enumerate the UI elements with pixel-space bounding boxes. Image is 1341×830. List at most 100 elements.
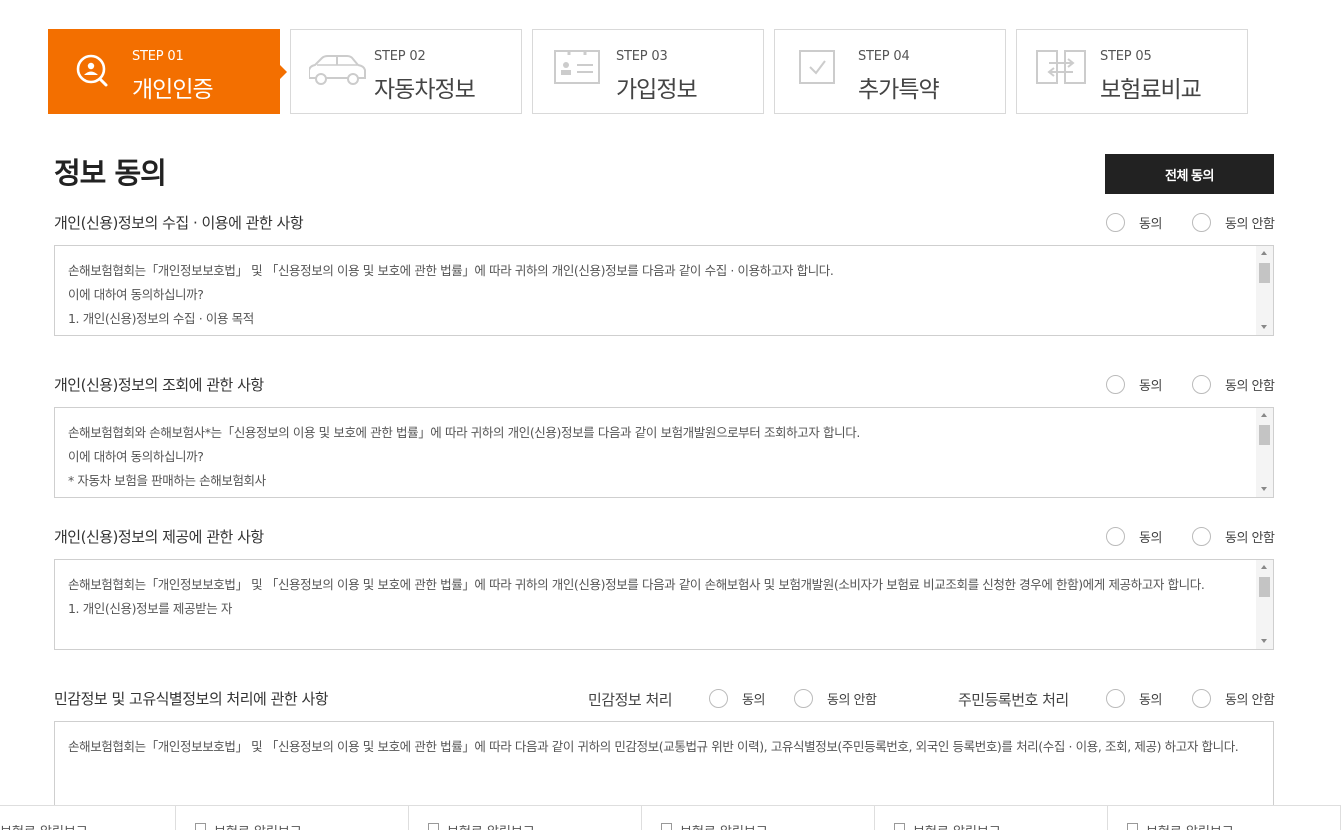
scroll-up-arrow-icon[interactable] [1261,251,1267,255]
step-1[interactable]: STEP 01 개인인증 [48,29,287,114]
radio-circle[interactable] [1106,375,1125,394]
radio-circle[interactable] [1106,213,1125,232]
radio-circle[interactable] [709,689,728,708]
scroll-thumb[interactable] [1259,263,1270,283]
step-2[interactable]: STEP 02 자동차정보 [290,29,522,114]
step-label: 개인인증 [132,77,214,103]
scroll-thumb[interactable] [1259,425,1270,445]
radio-circle[interactable] [794,689,813,708]
step-label: 자동차정보 [374,77,476,103]
step-4[interactable]: STEP 04 추가특약 [774,29,1006,114]
sensitive-agree-radio[interactable]: 동의 [709,689,765,708]
terms-box-inquiry[interactable]: 손해보험협회와 손해보험사*는「신용정보의 이용 및 보호에 관한 법률」에 따… [54,407,1274,498]
inquiry-disagree-radio[interactable]: 동의 안함 [1192,375,1275,394]
radio-circle[interactable] [1192,689,1211,708]
radio-label: 동의 안함 [1225,693,1275,708]
rrn-disagree-radio[interactable]: 동의 안함 [1192,689,1275,708]
terms-box-sensitive[interactable]: 손해보험협회는「개인정보보호법」 및 「신용정보의 이용 및 보호에 관한 법률… [54,721,1274,816]
document-icon [894,823,905,830]
step-5[interactable]: STEP 05 보험료비교 [1016,29,1248,114]
bottom-item-label: 보험료 알림보고 [1146,821,1234,830]
bottom-item[interactable]: 보험료 알림보고 [875,806,1108,830]
scrollbar[interactable] [1256,246,1273,335]
radio-label: 동의 [1139,531,1162,546]
terms-line: * 자동차 보험을 판매하는 손해보험회사 [68,473,266,488]
radio-label: 동의 안함 [1225,531,1275,546]
scroll-thumb[interactable] [1259,577,1270,597]
checkbox-icon [799,50,835,84]
section-title-sensitive: 민감정보 및 고유식별정보의 처리에 관한 사항 [54,690,329,708]
active-step-arrow [280,65,287,79]
provision-agree-radio[interactable]: 동의 [1106,527,1162,546]
radio-label: 동의 [742,693,765,708]
scroll-down-arrow-icon[interactable] [1261,639,1267,643]
step-progress: STEP 01 개인인증 STEP 02 자동차정보 STEP 03 가입정보 [48,29,1248,114]
sensitive-disagree-radio[interactable]: 동의 안함 [794,689,877,708]
scroll-up-arrow-icon[interactable] [1261,413,1267,417]
rrn-agree-radio[interactable]: 동의 [1106,689,1162,708]
step-3[interactable]: STEP 03 가입정보 [532,29,764,114]
step-label: 추가특약 [858,77,940,103]
bottom-item-label: 보험료 알림보고 [913,821,1001,830]
bottom-item[interactable]: 보험료 알림보고 [0,806,176,830]
car-icon [309,55,366,85]
terms-line: 손해보험협회와 손해보험사*는「신용정보의 이용 및 보호에 관한 법률」에 따… [68,425,860,440]
search-user-icon [76,54,108,87]
document-icon [195,823,206,830]
terms-text: 손해보험협회는「개인정보보호법」 및 「신용정보의 이용 및 보호에 관한 법률… [68,573,1245,621]
scroll-down-arrow-icon[interactable] [1261,325,1267,329]
radio-label: 동의 안함 [827,693,877,708]
inquiry-agree-radio[interactable]: 동의 [1106,375,1162,394]
terms-line: 1. 개인(신용)정보를 제공받는 자 [68,601,233,616]
bottom-item[interactable]: 보험료 알림보고 [409,806,642,830]
step-number: STEP 04 [858,49,910,64]
bottom-item-label: 보험료 알림보고 [214,821,302,830]
bottom-item-label: 보험료 알림보고 [447,821,535,830]
scroll-up-arrow-icon[interactable] [1261,565,1267,569]
radio-label: 동의 [1139,217,1162,232]
page-title: 정보 동의 [54,156,167,190]
radio-circle[interactable] [1106,527,1125,546]
terms-box-collection[interactable]: 손해보험협회는「개인정보보호법」 및 「신용정보의 이용 및 보호에 관한 법률… [54,245,1274,336]
rrn-label: 주민등록번호 처리 [958,691,1069,709]
step-label: 보험료비교 [1100,77,1202,103]
document-icon [661,823,672,830]
scroll-down-arrow-icon[interactable] [1261,487,1267,491]
scrollbar[interactable] [1256,408,1273,497]
bottom-item[interactable]: 보험료 알림보고 [176,806,409,830]
radio-label: 동의 [1139,693,1162,708]
radio-circle[interactable] [1192,375,1211,394]
radio-circle[interactable] [1106,689,1125,708]
step-number: STEP 03 [616,49,668,64]
provision-disagree-radio[interactable]: 동의 안함 [1192,527,1275,546]
section-title-provision: 개인(신용)정보의 제공에 관한 사항 [54,528,264,546]
terms-line: 1. 개인(신용)정보의 수집 · 이용 목적 [68,311,254,326]
step-number: STEP 05 [1100,49,1152,64]
radio-label: 동의 안함 [1225,379,1275,394]
collection-disagree-radio[interactable]: 동의 안함 [1192,213,1275,232]
bottom-item-label: 보험료 알림보고 [680,821,768,830]
bottom-bar: 보험료 알림보고 보험료 알림보고 보험료 알림보고 보험료 알림보고 보험료 … [0,805,1341,830]
terms-line: 이에 대하여 동의하십니까? [68,449,204,464]
compare-icon [1036,50,1086,84]
terms-line: 손해보험협회는「개인정보보호법」 및 「신용정보의 이용 및 보호에 관한 법률… [68,577,1205,592]
terms-line: 이에 대하여 동의하십니까? [68,287,204,302]
bottom-item[interactable]: 보험료 알림보고 [1108,806,1341,830]
terms-text: 손해보험협회는「개인정보보호법」 및 「신용정보의 이용 및 보호에 관한 법률… [68,259,1245,331]
document-icon [428,823,439,830]
collection-agree-radio[interactable]: 동의 [1106,213,1162,232]
terms-line: 손해보험협회는「개인정보보호법」 및 「신용정보의 이용 및 보호에 관한 법률… [68,739,1239,754]
terms-text: 손해보험협회와 손해보험사*는「신용정보의 이용 및 보호에 관한 법률」에 따… [68,421,1245,493]
bottom-item-label: 보험료 알림보고 [0,821,88,830]
scrollbar[interactable] [1256,560,1273,649]
step-number: STEP 02 [374,49,426,64]
terms-line: 손해보험협회는「개인정보보호법」 및 「신용정보의 이용 및 보호에 관한 법률… [68,263,834,278]
radio-circle[interactable] [1192,527,1211,546]
bottom-item[interactable]: 보험료 알림보고 [642,806,875,830]
terms-box-provision[interactable]: 손해보험협회는「개인정보보호법」 및 「신용정보의 이용 및 보호에 관한 법률… [54,559,1274,650]
agree-all-button[interactable]: 전체 동의 [1105,154,1274,194]
step-number: STEP 01 [132,49,184,64]
section-title-collection: 개인(신용)정보의 수집 · 이용에 관한 사항 [54,214,304,232]
section-title-inquiry: 개인(신용)정보의 조회에 관한 사항 [54,376,264,394]
radio-circle[interactable] [1192,213,1211,232]
